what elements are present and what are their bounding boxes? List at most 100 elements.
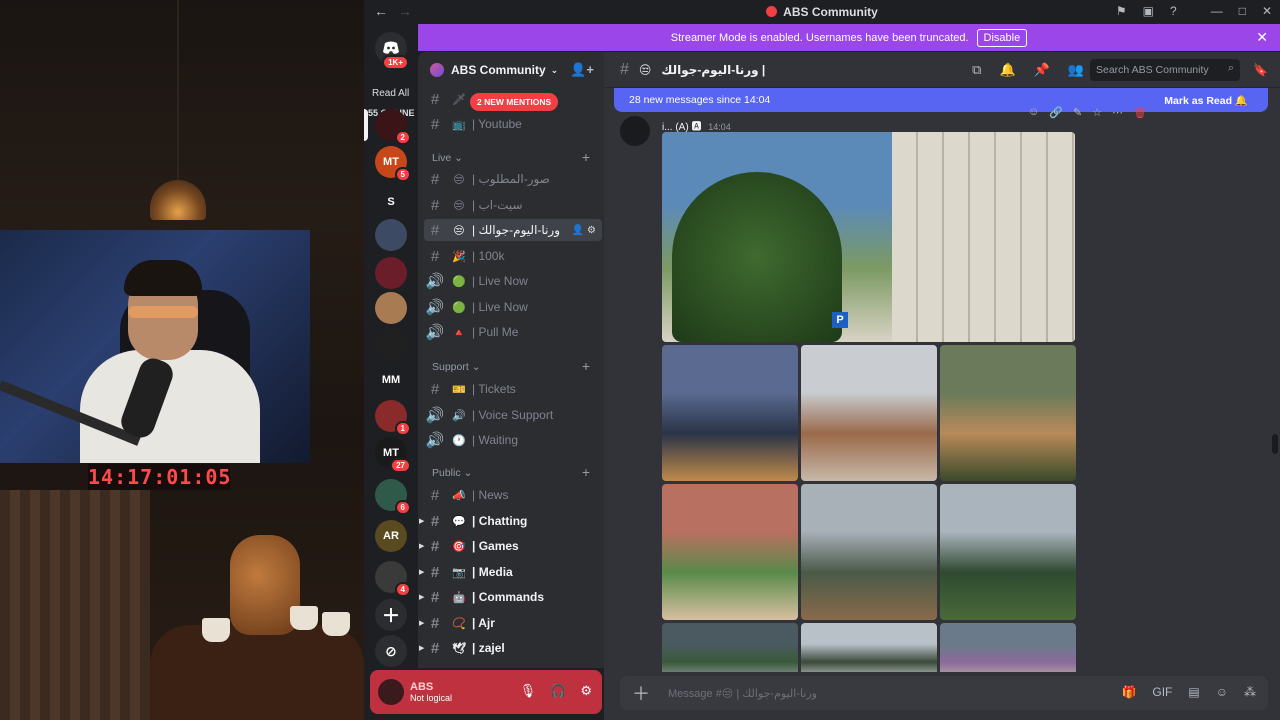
gallery-image-flag-tower[interactable] xyxy=(801,345,937,481)
channel-item[interactable]: # 📺 | Youtube xyxy=(424,113,602,135)
threads-icon[interactable]: ⧉ xyxy=(972,62,981,78)
channel-emoji: 📷 xyxy=(452,566,466,579)
server-icon[interactable]: MT 27 xyxy=(375,437,411,473)
members-icon[interactable]: 👥 xyxy=(1068,62,1084,78)
close-icon[interactable]: ✕ xyxy=(1262,4,1272,18)
reaction-icon[interactable]: ☺ xyxy=(1028,106,1039,119)
edit-icon[interactable]: ✎ xyxy=(1073,106,1082,119)
gallery-image-deer[interactable] xyxy=(940,345,1076,481)
channel-item[interactable]: # 📣 | News xyxy=(424,484,602,506)
minimize-icon[interactable]: — xyxy=(1211,4,1223,18)
server-icon[interactable]: 1 xyxy=(375,400,411,436)
category-header[interactable]: Live ⌄ + xyxy=(432,150,602,164)
gallery-image-street-building[interactable]: P xyxy=(662,132,1075,342)
channel-item[interactable]: ▶ # 🤖 | Commands xyxy=(419,586,602,608)
close-icon[interactable]: ✕ xyxy=(1256,29,1268,46)
server-icon[interactable] xyxy=(375,292,407,324)
channel-item[interactable]: # 😒 | صور-المطلوب xyxy=(424,168,602,190)
channel-settings-icon[interactable]: 👤 ⚙ xyxy=(572,225,596,236)
server-icon[interactable]: MT 5 xyxy=(375,146,411,182)
more-icon[interactable]: ⋯ xyxy=(1112,106,1123,119)
selected-server-pill xyxy=(364,109,368,141)
channel-item[interactable]: 🔊 🟢 | Live Now xyxy=(424,270,602,292)
server-icon[interactable] xyxy=(375,219,407,251)
new-messages-bar[interactable]: 28 new messages since 14:04 Mark as Read… xyxy=(614,88,1268,112)
star-icon[interactable]: ☆ xyxy=(1092,106,1102,119)
server-icon[interactable]: 2 xyxy=(375,109,411,145)
add-channel-icon[interactable]: + xyxy=(582,150,590,164)
delete-icon[interactable]: 🗑 xyxy=(1133,106,1147,119)
apps-icon[interactable]: ⁂ xyxy=(1244,685,1256,699)
search-input[interactable]: Search ABS Community ⌕ xyxy=(1090,59,1240,81)
sticker-icon[interactable]: ▤ xyxy=(1188,685,1199,699)
bookmark-icon[interactable]: 🔖 xyxy=(1253,63,1268,77)
avatar[interactable] xyxy=(620,116,650,146)
server-icon[interactable]: MM xyxy=(375,364,407,396)
server-icon[interactable]: S xyxy=(375,186,407,218)
channel-item[interactable]: 🔊 🔊 | Voice Support xyxy=(424,404,602,426)
channel-emoji: 📺 xyxy=(452,118,466,131)
emoji-icon[interactable]: ☺ xyxy=(1216,685,1228,699)
gif-icon[interactable]: GIF xyxy=(1152,685,1172,699)
channel-item[interactable]: 🔊 🕐 | Waiting xyxy=(424,429,602,451)
category-header[interactable]: Public ⌄ + xyxy=(432,465,602,479)
gallery-image-river-castle[interactable] xyxy=(662,345,798,481)
maximize-icon[interactable]: □ xyxy=(1239,4,1246,18)
add-attachment-icon[interactable]: ＋ xyxy=(632,680,650,706)
channel-item[interactable]: ▶ # 🎯 | Games xyxy=(419,535,602,557)
channel-item[interactable]: ▶ # 📿 | Ajr xyxy=(419,612,602,634)
read-all-button[interactable]: Read All xyxy=(372,88,409,99)
add-channel-icon[interactable]: + xyxy=(582,359,590,373)
gallery-image-lake[interactable] xyxy=(662,623,798,672)
discord-home-icon[interactable]: 1K+ xyxy=(375,32,409,70)
channel-item[interactable]: # 😒 | ورنا-اليوم-جوالك 👤 ⚙ xyxy=(424,219,602,241)
server-icon[interactable] xyxy=(375,257,407,289)
gallery-image-mountains[interactable] xyxy=(801,484,937,620)
channel-item[interactable]: ▶ # 📷 | Media xyxy=(419,561,602,583)
server-icon[interactable] xyxy=(375,328,407,360)
link-icon[interactable]: 🔗 xyxy=(1049,106,1063,119)
gallery-image-forest[interactable] xyxy=(940,484,1076,620)
channel-item[interactable]: ▶ # 💬 | Chatting xyxy=(419,510,602,532)
scrollbar[interactable] xyxy=(1272,434,1278,454)
invite-icon[interactable]: 👤+ xyxy=(570,62,594,78)
channel-name: | Ajr xyxy=(472,616,495,630)
mark-as-read-button[interactable]: Mark as Read 🔔 xyxy=(1164,94,1248,107)
gift-icon[interactable]: 🎁 xyxy=(1121,685,1136,699)
settings-gear-icon[interactable]: ⚙ xyxy=(580,683,592,699)
stream-timer: 14:17:01:05 xyxy=(88,464,232,490)
gallery-image-snow-trees[interactable] xyxy=(801,623,937,672)
gallery-image-market[interactable] xyxy=(940,623,1076,672)
add-server-icon[interactable]: ＋ xyxy=(375,599,407,631)
pin-icon[interactable]: 📌 xyxy=(1034,62,1050,78)
chevron-down-icon: ⌄ xyxy=(468,361,481,373)
server-header[interactable]: ABS Community ⌄ 👤+ xyxy=(418,52,604,88)
new-mentions-pill[interactable]: 2 NEW MENTIONS xyxy=(470,93,559,111)
channel-item[interactable]: 🔊 🔺 | Pull Me xyxy=(424,321,602,343)
message-input[interactable]: Message #😒 | ورنا-اليوم-جوالك xyxy=(668,687,817,700)
bell-icon[interactable]: 🔔 xyxy=(999,62,1015,78)
headphones-icon[interactable]: 🎧 xyxy=(550,683,566,699)
screen-icon[interactable]: ▣ xyxy=(1143,4,1154,18)
channel-item[interactable]: # 🎫 | Tickets xyxy=(424,378,602,400)
unread-indicator-icon: ▶ xyxy=(419,594,425,601)
coffee-cup xyxy=(202,618,230,642)
channel-item[interactable]: 🔊 🟢 | Live Now xyxy=(424,296,602,318)
avatar[interactable] xyxy=(378,679,404,705)
channel-emoji: 📿 xyxy=(452,617,466,630)
discover-icon[interactable]: ⊘ xyxy=(375,635,407,667)
category-header[interactable]: Support ⌄ + xyxy=(432,359,602,373)
gallery-image-flowers[interactable] xyxy=(662,484,798,620)
server-icon[interactable]: AR xyxy=(375,520,407,552)
channel-item[interactable]: ▶ # 🕊 | zajel xyxy=(419,637,602,659)
add-channel-icon[interactable]: + xyxy=(582,465,590,479)
channel-item[interactable]: # 🎉 | 100k xyxy=(424,245,602,267)
disable-button[interactable]: Disable xyxy=(976,28,1028,47)
channel-item[interactable]: # 😒 | سيت-اب xyxy=(424,194,602,216)
server-icon[interactable]: 6 xyxy=(375,479,411,515)
unread-indicator-icon: ▶ xyxy=(419,620,425,627)
help-icon[interactable]: ? xyxy=(1170,4,1177,18)
server-icon[interactable]: 4 xyxy=(375,561,411,597)
microphone-icon[interactable]: 🎙 xyxy=(520,683,537,699)
inbox-flag-icon[interactable]: ⚑ xyxy=(1116,4,1127,18)
